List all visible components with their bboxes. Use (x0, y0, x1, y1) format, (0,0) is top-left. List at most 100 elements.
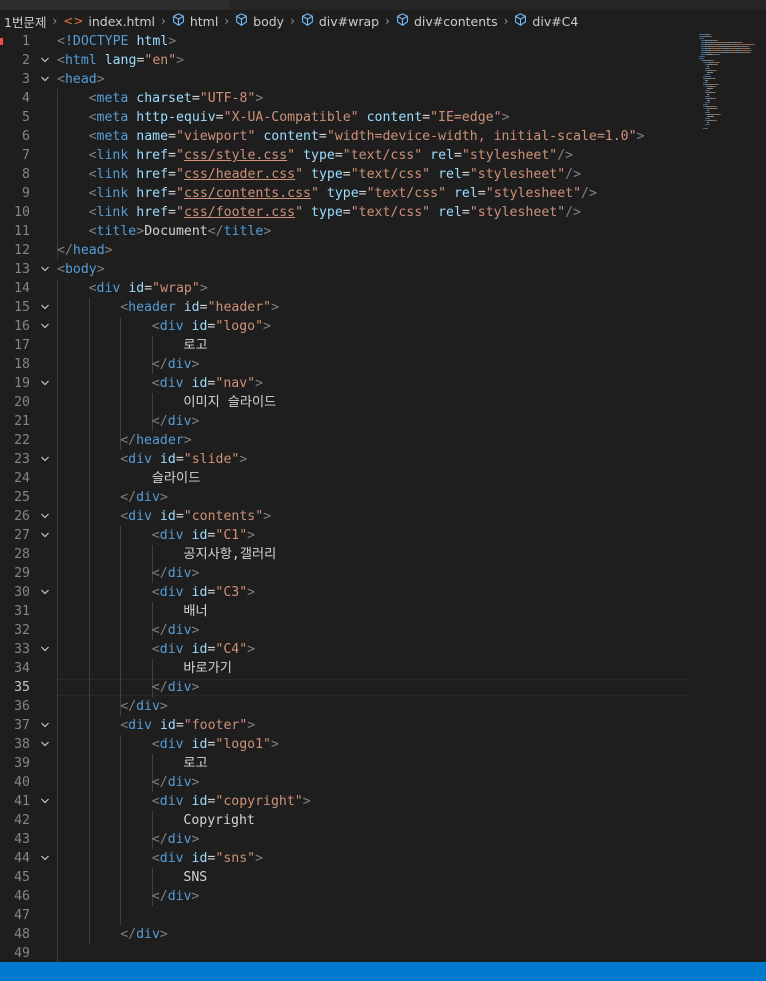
code-line[interactable]: 35 </div> (0, 678, 766, 697)
code-line[interactable]: 34 바로가기 (0, 659, 766, 678)
minimap-line (711, 46, 721, 47)
code-line[interactable]: 36 </div> (0, 697, 766, 716)
code-line[interactable]: 6 <meta name="viewport" content="width=de… (0, 127, 766, 146)
code-line[interactable]: 39 로고 (0, 754, 766, 773)
code-text: </div> (120, 925, 168, 944)
code-token: > (191, 680, 200, 695)
vertical-scrollbar[interactable] (756, 31, 766, 962)
breadcrumb-item[interactable]: 1번문제 (4, 12, 46, 31)
status-bar (0, 962, 766, 981)
breadcrumb-item[interactable]: div#wrap (301, 13, 379, 29)
code-token: "header" (207, 300, 272, 315)
code-token: href (136, 186, 169, 201)
fold-chevron-icon[interactable] (38, 735, 52, 754)
code-line[interactable]: 19 <div id="nav"> (0, 374, 766, 393)
fold-chevron-icon[interactable] (38, 716, 52, 735)
breadcrumb-item[interactable]: div#C4 (514, 13, 578, 29)
code-token: = (175, 718, 184, 733)
code-line[interactable]: 23 <div id="slide"> (0, 450, 766, 469)
code-line[interactable]: 1 <!DOCTYPE html> (0, 32, 766, 51)
code-line[interactable]: 48 </div> (0, 925, 766, 944)
minimap-line (706, 42, 714, 43)
fold-chevron-icon[interactable] (38, 298, 52, 317)
code-line[interactable]: 32 </div> (0, 621, 766, 640)
code-line[interactable]: 15 <header id="header"> (0, 298, 766, 317)
fold-chevron-icon[interactable] (38, 374, 52, 393)
code-line[interactable]: 38 <div id="logo1"> (0, 735, 766, 754)
code-line[interactable]: 27 <div id="C1"> (0, 526, 766, 545)
fold-chevron-icon[interactable] (38, 849, 52, 868)
code-token: > (96, 262, 105, 277)
code-line[interactable]: 33 <div id="C4"> (0, 640, 766, 659)
code-token: "stylesheet" (469, 205, 566, 220)
code-editor[interactable]: 1 <!DOCTYPE html> 2 <html lang="en"> 3 <head>… (0, 31, 766, 963)
code-line[interactable]: 18 </div> (0, 355, 766, 374)
code-line[interactable]: 47 (0, 906, 766, 925)
code-line[interactable]: 40 </div> (0, 773, 766, 792)
code-line[interactable]: 4 <meta charset="UTF-8"> (0, 89, 766, 108)
code-token: "stylesheet" (461, 148, 558, 163)
minimap-line (707, 100, 710, 101)
code-line[interactable]: 29 </div> (0, 564, 766, 583)
code-token: "wrap" (152, 281, 200, 296)
code-line[interactable]: 46 </div> (0, 887, 766, 906)
line-number: 49 (14, 946, 30, 961)
code-line[interactable]: 31 배너 (0, 602, 766, 621)
minimap-line (713, 60, 714, 61)
active-tab-strip[interactable] (0, 0, 230, 10)
code-line[interactable]: 45 SNS (0, 868, 766, 887)
code-token: href (136, 205, 169, 220)
code-token: " (295, 205, 304, 220)
line-number: 23 (14, 452, 30, 467)
code-line[interactable]: 21 </div> (0, 412, 766, 431)
code-line[interactable]: 16 <div id="logo"> (0, 317, 766, 336)
code-line[interactable]: 10 <link href="css/footer.css" type="text… (0, 203, 766, 222)
code-line[interactable]: 26 <div id="contents"> (0, 507, 766, 526)
code-token: < (88, 91, 97, 106)
code-token: div (167, 680, 192, 695)
breadcrumb-item[interactable]: body (235, 13, 284, 29)
code-line[interactable]: 43 </div> (0, 830, 766, 849)
code-line[interactable]: 2 <html lang="en"> (0, 51, 766, 70)
code-line[interactable]: 24 슬라이드 (0, 469, 766, 488)
code-line[interactable]: 22 </header> (0, 431, 766, 450)
fold-chevron-icon[interactable] (38, 70, 52, 89)
code-line[interactable]: 37 <div id="footer"> (0, 716, 766, 735)
fold-chevron-icon[interactable] (38, 640, 52, 659)
code-line[interactable]: 13 <body> (0, 260, 766, 279)
fold-chevron-icon[interactable] (38, 583, 52, 602)
code-line[interactable]: 8 <link href="css/header.css" type="text/… (0, 165, 766, 184)
code-line[interactable]: 12 </head> (0, 241, 766, 260)
code-line[interactable]: 49 (0, 944, 766, 963)
breadcrumb-item[interactable]: html (172, 13, 218, 29)
fold-chevron-icon[interactable] (38, 450, 52, 469)
code-line[interactable]: 11 <title>Document</title> (0, 222, 766, 241)
line-number: 31 (14, 604, 30, 619)
breadcrumb-item[interactable]: div#contents (396, 13, 498, 29)
fold-chevron-icon[interactable] (38, 260, 52, 279)
code-line[interactable]: 25 </div> (0, 488, 766, 507)
code-line[interactable]: 14 <div id="wrap"> (0, 279, 766, 298)
code-line[interactable]: 5 <meta http-equiv="X-UA-Compatible" cont… (0, 108, 766, 127)
code-line[interactable]: 28 공지사항,갤러리 (0, 545, 766, 564)
code-token: > (191, 775, 200, 790)
fold-chevron-icon[interactable] (38, 51, 52, 70)
code-line[interactable]: 30 <div id="C3"> (0, 583, 766, 602)
fold-chevron-icon[interactable] (38, 317, 52, 336)
fold-chevron-icon[interactable] (38, 792, 52, 811)
code-token: = (191, 91, 200, 106)
code-line[interactable]: 3 <head> (0, 70, 766, 89)
code-line[interactable]: 44 <div id="sns"> (0, 849, 766, 868)
fold-chevron-icon[interactable] (38, 526, 52, 545)
fold-chevron-icon[interactable] (38, 507, 52, 526)
code-line[interactable]: 41 <div id="copyright"> (0, 792, 766, 811)
code-line[interactable]: 9 <link href="css/contents.css" type="tex… (0, 184, 766, 203)
breadcrumb-label: 1번문제 (4, 14, 47, 30)
code-line[interactable]: 17 로고 (0, 336, 766, 355)
code-line[interactable]: 42 Copyright (0, 811, 766, 830)
code-token: < (88, 186, 97, 201)
code-line[interactable]: 7 <link href="css/style.css" type="text/c… (0, 146, 766, 165)
breadcrumb-item[interactable]: <> index.html (63, 14, 155, 29)
code-line[interactable]: 20 이미지 슬라이드 (0, 393, 766, 412)
